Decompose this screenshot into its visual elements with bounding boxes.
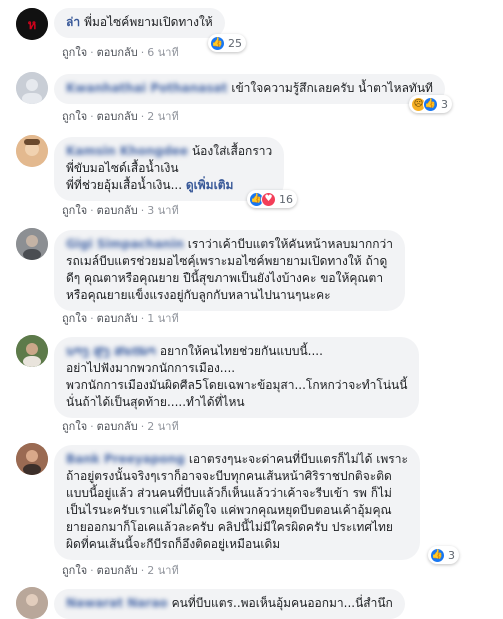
see-more-link[interactable]: ดูเพิ่มเติม <box>186 178 234 192</box>
comment-text: พวกนักการเมืองมันผิดศีล5โดยเฉพาะข้อมุสา.… <box>66 378 408 392</box>
reply-link[interactable]: ตอบกลับ <box>97 564 138 577</box>
comment-actions: ถูกใจ · ตอบกลับ · 3 นาที <box>62 204 179 217</box>
avatar-logo-icon: ห <box>16 8 48 40</box>
comment-bubble: Kwanhathai Pothanasat เข้าใจความรู้สึกเลย… <box>54 74 445 104</box>
timestamp[interactable]: 3 นาที <box>147 204 178 217</box>
comment-text: เป็นไรนะครับเราแค่ไม่ได้ดูใจ แค่พวกคุณหย… <box>66 503 392 517</box>
reaction-badge[interactable]: 👍 ♥ 16 <box>247 190 297 208</box>
reply-link[interactable]: ตอบกลับ <box>97 110 138 123</box>
avatar-image-icon <box>16 443 48 475</box>
comment-actions: ถูกใจ · ตอบกลับ · 2 นาที <box>62 420 179 433</box>
like-link[interactable]: ถูกใจ <box>62 204 87 217</box>
avatar-image-icon <box>16 587 48 619</box>
comment-text: คนที่บีบแตร..พอเห็นอุ้มคนออกมา...นี่สำนึ… <box>171 596 393 610</box>
like-icon: 👍 <box>430 547 445 563</box>
svg-text:ห: ห <box>28 18 37 33</box>
comment-text: ถ้าอยู่ตรงนั้นจริงๆเราก็อาจจะบีบทุกคนเส้… <box>66 469 392 483</box>
commenter-name[interactable]: ล่า <box>66 15 80 29</box>
love-icon: ♥ <box>261 191 276 207</box>
avatar-image-icon <box>16 135 48 167</box>
commenter-name[interactable]: Kwanhathai Pothanasat <box>66 81 227 95</box>
comment-text: ผิดที่คนเส้นนี้จะกีบีรถก็อึงติดอยู่เหมือ… <box>66 537 281 551</box>
comment-actions: ถูกใจ · ตอบกลับ · 2 นาที <box>62 564 179 577</box>
comment-bubble: Nawarat Narao คนที่บีบแตร..พอเห็นอุ้มคนออ… <box>54 589 405 619</box>
comment-text: อยากให้คนไทยช่วยกันแบบนี้.... <box>159 344 323 358</box>
timestamp[interactable]: 2 นาที <box>147 110 178 123</box>
comment-thread: ห ล่า พี่มอไซค์พยามเปิดทางให้ ถูกใจ · ตอบกล… <box>0 0 503 619</box>
avatar[interactable] <box>16 135 48 167</box>
comment-actions: ถูกใจ · ตอบกลับ · 2 นาที <box>62 110 179 123</box>
comment-text: รถเมล์บีบแตรช่วยมอไซคฺ์เพราะมอไซค์พยายาม… <box>66 254 388 268</box>
comment-text: ยายออกมาก็โอเคแล้วละครับ คลิปนี้ไม่มีใคร… <box>66 520 393 534</box>
avatar[interactable] <box>16 443 48 475</box>
comment-actions: ถูกใจ · ตอบกลับ · 6 นาที <box>62 46 179 59</box>
comment-bubble: Gigi Simpachanin เราว่าเค้าบีบแตรให้คันหน… <box>54 230 405 311</box>
commenter-name[interactable]: Nawarat Narao <box>66 596 168 610</box>
commenter-name[interactable]: Bank Preeyapong <box>66 452 185 466</box>
timestamp[interactable]: 2 นาที <box>147 564 178 577</box>
comment-bubble: Bank Preeyapong เอาตรงๆนะจะด่าคนที่บีบแตร… <box>54 445 420 560</box>
reaction-badge[interactable]: 👍 25 <box>208 34 246 52</box>
reaction-count: 3 <box>448 548 455 562</box>
timestamp[interactable]: 1 นาที <box>147 312 178 325</box>
like-link[interactable]: ถูกใจ <box>62 110 87 123</box>
reaction-count: 16 <box>279 192 293 206</box>
comment-text: พี่ที่ช่วยอุ้มเสื้อน้ำเงิน... <box>66 178 183 192</box>
commenter-name[interactable]: Kamsin Khongdee <box>66 144 188 158</box>
avatar-image-icon <box>16 72 48 104</box>
like-link[interactable]: ถูกใจ <box>62 46 87 59</box>
avatar[interactable] <box>16 587 48 619</box>
timestamp[interactable]: 2 นาที <box>147 420 178 433</box>
comment-text: แบบนี้อยู่แล้ว ส่วนคนที่บีบแล้วก็เห็นแล้… <box>66 486 392 500</box>
like-link[interactable]: ถูกใจ <box>62 312 87 325</box>
avatar[interactable] <box>16 228 48 260</box>
reply-link[interactable]: ตอบกลับ <box>97 204 138 217</box>
comment-text: เข้าใจความรู้สึกเลยครับ น้ำตาไหลทันที <box>231 81 433 95</box>
avatar-image-icon <box>16 228 48 260</box>
reply-link[interactable]: ตอบกลับ <box>97 420 138 433</box>
timestamp[interactable]: 6 นาที <box>147 46 178 59</box>
commenter-name[interactable]: Gigi Simpachanin <box>66 237 184 251</box>
reaction-badge[interactable]: 👍 3 <box>428 546 459 564</box>
comment-text: อย่าไปฟังมากพวกนักการเมือง.... <box>66 361 236 375</box>
avatar-image-icon <box>16 335 48 367</box>
comment-text: เอาตรงๆนะจะด่าคนที่บีบแตรก็ไม่ได้ เพราะ <box>188 452 408 466</box>
comment-bubble: ນາງ ສູງ ສະໝາ อยากให้คนไทยช่วยกันแบบนี้...… <box>54 337 420 418</box>
avatar[interactable] <box>16 335 48 367</box>
like-link[interactable]: ถูกใจ <box>62 564 87 577</box>
like-icon: 👍 <box>423 96 438 112</box>
comment-text: เราว่าเค้าบีบแตรให้คันหน้าหลบมากกว่า <box>187 237 393 251</box>
comment-text: ดีๆ คุณตาหรือคุณยาย ปืนี้สุขภาพเป็นยังไง… <box>66 271 384 285</box>
like-link[interactable]: ถูกใจ <box>62 420 87 433</box>
comment-bubble: ล่า พี่มอไซค์พยามเปิดทางให้ <box>54 8 225 38</box>
avatar[interactable] <box>16 72 48 104</box>
reply-link[interactable]: ตอบกลับ <box>97 312 138 325</box>
comment-text: พี่มอไซค์พยามเปิดทางให้ <box>84 15 213 29</box>
like-icon: 👍 <box>210 35 225 51</box>
commenter-name[interactable]: ນາງ ສູງ ສະໝາ <box>66 344 156 358</box>
reply-link[interactable]: ตอบกลับ <box>97 46 138 59</box>
comment-text: น้องใส่เสื้อกราว <box>191 144 273 158</box>
comment-text: หรือคุณยายแข็งแรงอยู่กับลูกกับหลานไปนานๆ… <box>66 288 331 302</box>
comment-text: พี่ขับมอไซด์เสื้อน้ำเงิน <box>66 161 179 175</box>
comment-text: นั่นถ้าได้เป็นสุดท้าย.....ทำได้ที่ไหน <box>66 395 245 409</box>
reaction-count: 3 <box>441 97 448 111</box>
comment-actions: ถูกใจ · ตอบกลับ · 1 นาที <box>62 312 179 325</box>
reaction-badge[interactable]: ☹ 👍 3 <box>409 95 452 113</box>
reaction-count: 25 <box>228 36 242 50</box>
avatar[interactable]: ห <box>16 8 48 40</box>
